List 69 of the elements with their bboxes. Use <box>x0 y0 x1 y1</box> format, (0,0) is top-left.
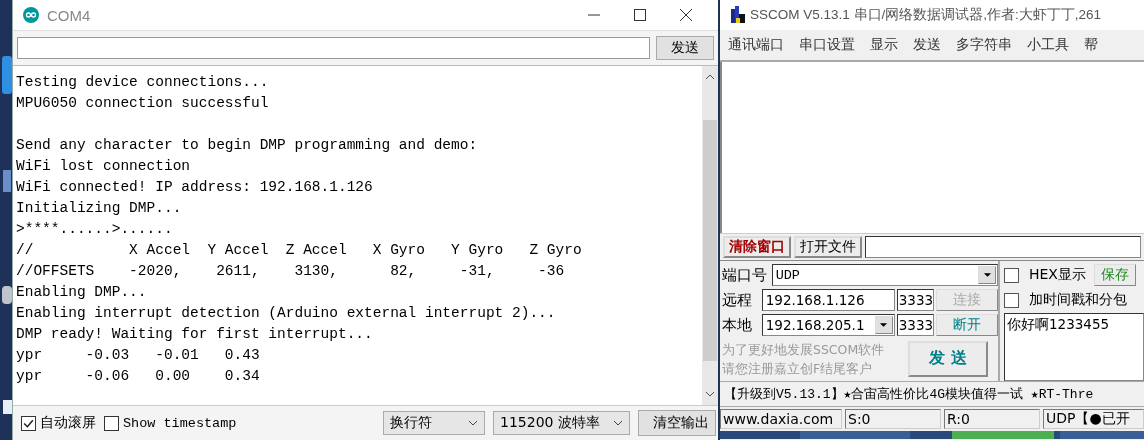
menu-item[interactable]: 多字符串 <box>956 35 1012 54</box>
output-line: Send any character to begin DMP programming and demo: <box>16 136 479 155</box>
caret-icon <box>613 420 623 426</box>
status-text: UDP【●已开 <box>1043 409 1144 430</box>
menu-item[interactable]: 显示 <box>870 35 898 54</box>
status-text: www.daxia.com <box>720 409 842 430</box>
output-line: MPU6050 connection successful <box>16 94 270 113</box>
scroll-up-icon[interactable] <box>705 74 715 80</box>
message-input-field[interactable] <box>17 37 650 59</box>
clear-window-button[interactable]: 清除窗口 <box>723 235 791 258</box>
field-label: 本地 <box>722 315 753 335</box>
output-line: //OFFSETS -2020, 2611, 3130, 82, -31, -36 <box>16 262 566 281</box>
output-line: // X Accel Y Accel Z Accel X Gyro Y Gyro Z Gyro <box>16 241 583 260</box>
close-icon[interactable] <box>680 9 692 21</box>
scroll-down-icon[interactable] <box>705 391 715 397</box>
status-text: R:0 <box>944 409 1040 430</box>
checkbox-label: 加时间戳和分包 <box>1029 291 1127 310</box>
menu-item[interactable]: 帮 <box>1084 35 1098 54</box>
window-title: SSCOM V5.13.1 串口/网络数据调试器,作者:大虾丁丁,261 <box>750 5 1102 24</box>
caret-icon <box>468 420 478 426</box>
checkbox-label: Show timestamp <box>123 415 237 431</box>
disconnect-button[interactable]: 断开 <box>936 314 998 337</box>
output-line: Enabling interrupt detection (Arduino external interrupt 2)... <box>16 304 557 323</box>
file-path-field[interactable] <box>865 235 1141 258</box>
output-line: Initializing DMP... <box>16 199 183 218</box>
dropdown[interactable]: 115200 波特率 <box>493 411 630 435</box>
output-line: Enabling DMP... <box>16 283 148 302</box>
field-label: 远程 <box>722 290 753 310</box>
output-line: Testing device connections... <box>16 73 270 92</box>
output-line: ypr -0.06 0.00 0.34 <box>16 367 261 386</box>
send-text-field[interactable]: 你好啊1233455 <box>1004 312 1144 382</box>
checkbox-label: 自动滚屏 <box>40 414 96 432</box>
checkbox[interactable] <box>1004 267 1019 283</box>
scrollbar[interactable] <box>702 66 718 405</box>
send-button[interactable]: 发送 <box>656 36 714 60</box>
output-line: WiFi lost connection <box>16 157 192 176</box>
checkbox[interactable] <box>21 415 36 431</box>
output-line: ypr -0.03 -0.01 0.43 <box>16 346 261 365</box>
output-line: WiFi connected! IP address: 192.168.1.126 <box>16 178 374 197</box>
menu-item[interactable]: 发送 <box>913 35 941 54</box>
port-field[interactable]: 3333 <box>896 289 935 312</box>
ip-dropdown[interactable]: 192.168.205.1 <box>761 314 895 337</box>
promo-text: 请您注册嘉立创F结尾客户 <box>722 359 874 378</box>
maximize-icon[interactable] <box>634 9 646 21</box>
output-line: >****......>...... <box>16 220 174 239</box>
port-field[interactable]: 3333 <box>896 314 935 337</box>
open-file-button[interactable]: 打开文件 <box>794 235 862 258</box>
ticker-text: 【升级到V5.13.1】★合宙高性价比4G模块值得一试 ★RT-Thre <box>720 381 1144 407</box>
checkbox-label: HEX显示 <box>1029 266 1086 285</box>
checkbox[interactable] <box>104 415 119 431</box>
output-line: DMP ready! Waiting for first interrupt... <box>16 325 374 344</box>
promo-text: 为了更好地发展SSCOM软件 <box>722 340 886 359</box>
menu-item[interactable]: 串口设置 <box>799 35 855 54</box>
field-label: 端口号 <box>722 265 768 285</box>
menu-item[interactable]: 通讯端口 <box>728 35 784 54</box>
send-button[interactable]: 发 送 <box>908 340 988 377</box>
checkbox[interactable] <box>1004 292 1019 308</box>
app-logo-icon <box>23 7 39 23</box>
window-title: COM4 <box>47 6 91 24</box>
status-text: S:0 <box>845 409 941 430</box>
port-dropdown[interactable]: UDP <box>771 264 998 287</box>
ip-field[interactable]: 192.168.1.126 <box>761 289 895 312</box>
save-button[interactable]: 保存 <box>1093 264 1136 287</box>
clear-output-button[interactable]: 清空输出 <box>638 410 716 436</box>
caret-icon <box>982 272 992 279</box>
app-logo-icon <box>730 5 746 24</box>
dropdown[interactable]: 换行符 <box>383 411 485 435</box>
menu-item[interactable]: 小工具 <box>1027 35 1069 54</box>
caret-icon <box>879 322 889 329</box>
